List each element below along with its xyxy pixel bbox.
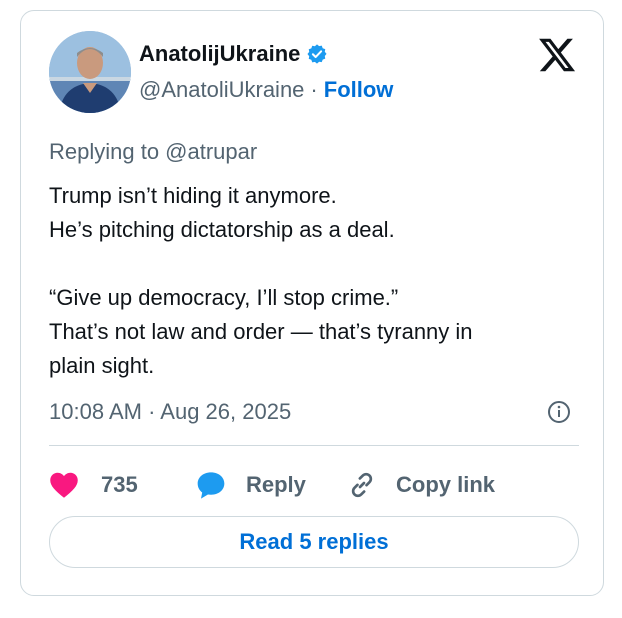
copy-link-label: Copy link <box>396 472 496 497</box>
x-logo-icon[interactable] <box>537 35 577 75</box>
divider <box>49 445 579 446</box>
timestamp[interactable]: 10:08 AM · Aug 26, 2025 <box>49 399 291 425</box>
like-count: 735 <box>101 472 138 497</box>
tweet-text-line: “Give up democracy, I’ll stop crime.” <box>49 285 399 310</box>
author-handle-row: @AnatoliUkraine · Follow <box>139 77 393 103</box>
read-replies-label: Read 5 replies <box>239 529 389 554</box>
tweet-text-line: Trump isn’t hiding it anymore. <box>49 183 337 208</box>
like-button[interactable]: 735 <box>49 471 194 499</box>
author-name-row: AnatolijUkraine <box>139 41 328 67</box>
tweet-text-line: He’s pitching dictatorship as a deal. <box>49 217 395 242</box>
tweet-text: Trump isn’t hiding it anymore. He’s pitc… <box>49 179 569 383</box>
verified-badge-icon <box>306 43 328 65</box>
replying-to[interactable]: Replying to @atrupar <box>49 139 257 165</box>
action-bar: 735 Reply Copy link <box>49 465 495 505</box>
separator-dot: · <box>310 77 318 102</box>
reply-button[interactable]: Reply <box>194 469 346 501</box>
author-display-name[interactable]: AnatolijUkraine <box>139 41 300 67</box>
copy-link-button[interactable]: Copy link <box>346 469 495 501</box>
read-replies-button[interactable]: Read 5 replies <box>49 516 579 568</box>
tweet-text-line: plain sight. <box>49 353 155 378</box>
avatar[interactable] <box>49 31 131 113</box>
link-icon <box>351 472 373 498</box>
info-icon[interactable] <box>547 400 571 424</box>
reply-bubble-icon <box>197 472 225 499</box>
follow-button[interactable]: Follow <box>324 77 394 103</box>
reply-label: Reply <box>246 472 306 497</box>
author-handle[interactable]: @AnatoliUkraine <box>139 77 304 103</box>
tweet-card: AnatolijUkraine @AnatoliUkraine · Follow… <box>20 10 604 596</box>
heart-icon <box>50 472 78 498</box>
tweet-text-line <box>49 247 569 281</box>
tweet-text-line: That’s not law and order — that’s tyrann… <box>49 319 473 344</box>
